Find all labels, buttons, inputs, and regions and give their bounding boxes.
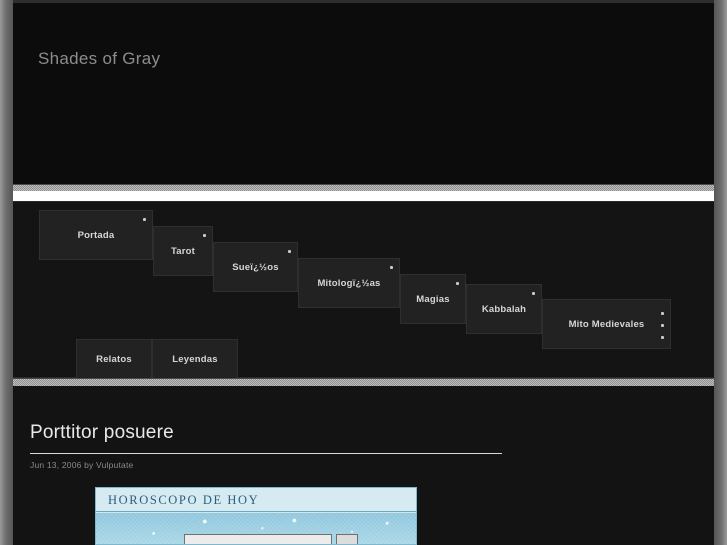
nav-item-label: Kabbalah [481, 303, 527, 315]
nav-item-2[interactable]: Sueï¿½os [213, 242, 298, 292]
nav-item-7[interactable]: Relatos [76, 339, 152, 379]
page-root: Shades of Gray Portada Tarot Sueï¿½os Mitol… [0, 0, 727, 545]
nav-item-label: Magias [416, 293, 450, 305]
nav-item-label: Leyendas [172, 353, 218, 365]
post-content-area: Porttitor posuere Jun 13, 2006 by Vulput… [13, 386, 714, 545]
nav-item-label: Portada [77, 229, 115, 241]
nav-item-bullet-icon [203, 234, 206, 237]
nav-item-bullet-icon [456, 282, 459, 285]
nav-item-bullet-icon [661, 336, 664, 339]
nav-item-8[interactable]: Leyendas [152, 339, 238, 379]
nav-item-bullet-icon [390, 266, 393, 269]
right-page-gutter [714, 0, 727, 545]
post-title[interactable]: Porttitor posuere [30, 422, 174, 444]
nav-item-4[interactable]: Magias [400, 274, 466, 324]
main-navigation: Portada Tarot Sueï¿½os Mitologï¿½as Magias Ka… [13, 201, 714, 379]
left-page-gutter [0, 0, 13, 545]
nav-dither-divider [13, 378, 714, 386]
post-title-rule [30, 453, 502, 454]
nav-item-bullet-icon [532, 292, 535, 295]
nav-item-label: Relatos [96, 353, 132, 365]
nav-item-label: Sueï¿½os [232, 261, 279, 273]
white-divider-band [13, 191, 714, 201]
post-meta: Jun 13, 2006 by Vulputate [30, 460, 134, 470]
nav-item-0[interactable]: Portada [39, 210, 153, 260]
horoscope-widget-image: HOROSCOPO DE HOY [95, 487, 417, 545]
nav-item-1[interactable]: Tarot [153, 226, 213, 276]
site-title[interactable]: Shades of Gray [38, 49, 160, 69]
nav-item-5[interactable]: Kabbalah [466, 284, 542, 334]
nav-item-bullet-icon [661, 312, 664, 315]
nav-item-6[interactable]: Mito Medievales [542, 299, 671, 349]
site-header: Shades of Gray [13, 0, 714, 184]
nav-item-3[interactable]: Mitologï¿½as [298, 258, 400, 308]
nav-item-bullet-icon [288, 250, 291, 253]
nav-item-label: Mitologï¿½as [317, 277, 381, 289]
nav-item-bullet-icon [661, 324, 664, 327]
horoscope-text-input[interactable] [184, 534, 332, 544]
horoscope-submit-button[interactable] [336, 534, 358, 544]
horoscope-title: HOROSCOPO DE HOY [108, 493, 260, 507]
nav-item-label: Mito Medievales [568, 318, 645, 330]
site-column: Shades of Gray Portada Tarot Sueï¿½os Mitol… [13, 0, 714, 545]
nav-item-bullet-icon [143, 218, 146, 221]
nav-item-label: Tarot [170, 245, 196, 257]
